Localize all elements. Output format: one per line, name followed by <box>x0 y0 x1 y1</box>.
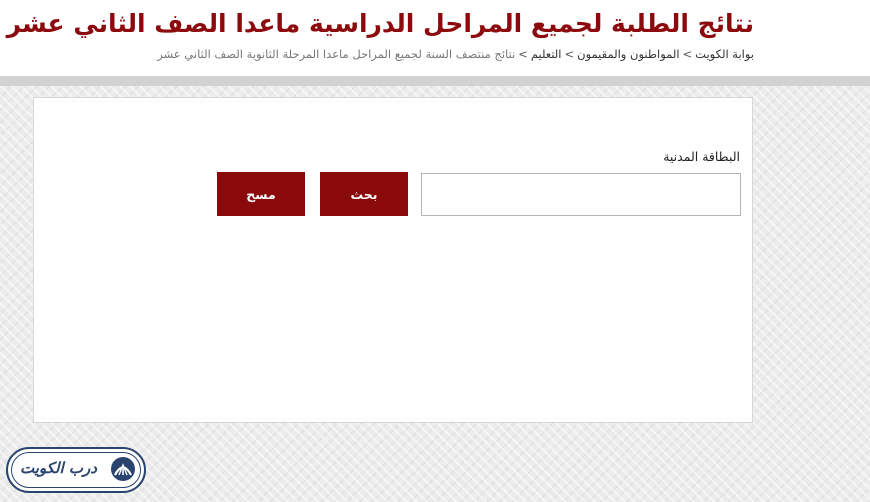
clear-button[interactable]: مسح <box>217 172 305 216</box>
logo-text: درب الكويت <box>20 459 97 477</box>
breadcrumb: بوابة الكويت>المواطنون والمقيمون>التعليم… <box>157 44 754 64</box>
page-header: نتائج الطلبة لجميع المراحل الدراسية ماعد… <box>0 0 870 76</box>
watermark-logo: درب الكويت <box>6 447 146 493</box>
breadcrumb-item-kuwait-portal[interactable]: بوابة الكويت <box>695 47 754 61</box>
breadcrumb-current: نتائج منتصف السنة لجميع المراحل ماعدا ال… <box>157 47 516 61</box>
civil-id-label: البطاقة المدنية <box>663 149 740 164</box>
breadcrumb-item-education[interactable]: التعليم <box>531 47 562 61</box>
breadcrumb-separator: > <box>518 47 528 61</box>
search-button[interactable]: بحث <box>320 172 408 216</box>
road-emblem-icon <box>111 457 135 481</box>
page-title: نتائج الطلبة لجميع المراحل الدراسية ماعد… <box>6 9 754 38</box>
breadcrumb-separator: > <box>564 47 575 61</box>
header-divider-bar <box>0 76 870 86</box>
breadcrumb-item-citizens-residents[interactable]: المواطنون والمقيمون <box>577 47 679 61</box>
search-form-panel: البطاقة المدنية بحث مسح <box>33 97 753 423</box>
breadcrumb-separator: > <box>682 47 693 61</box>
civil-id-input[interactable] <box>421 173 741 216</box>
